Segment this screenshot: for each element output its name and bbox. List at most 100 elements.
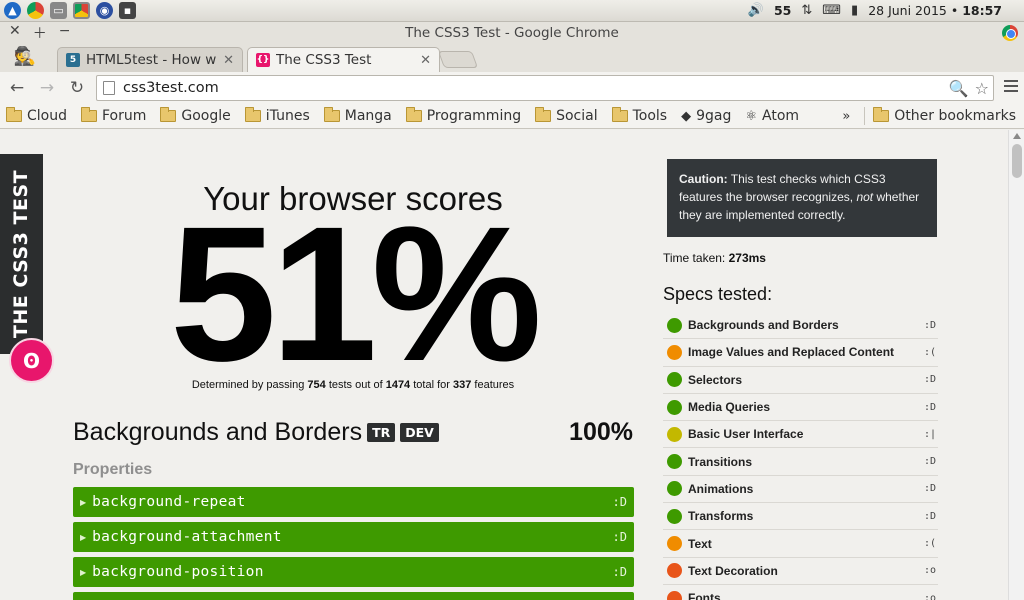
property-row[interactable]: ▶ background-repeat :D	[73, 487, 634, 517]
keyboard-icon[interactable]: ⌨	[822, 3, 841, 18]
spec-item[interactable]: Transitions:D	[663, 448, 938, 476]
spec-item[interactable]: Backgrounds and Borders:D	[663, 312, 938, 340]
status-dot	[667, 344, 682, 360]
bookmark-9gag[interactable]: ◆ 9gag	[681, 108, 731, 124]
spec-result: :D	[923, 319, 936, 331]
css3-favicon-icon: {}	[256, 53, 270, 67]
close-window-icon[interactable]: ✕	[9, 23, 21, 43]
property-row[interactable]: ▶ background-position :D	[73, 557, 634, 587]
caution-lead: Caution:	[679, 172, 728, 186]
features-count: 337	[453, 379, 472, 391]
spec-item[interactable]: Transforms:D	[663, 503, 938, 531]
tab-label: HTML5test - How well	[86, 52, 217, 68]
globe-launcher-icon[interactable]: ◉	[96, 2, 113, 19]
tab-css3test[interactable]: {} The CSS3 Test ✕	[247, 47, 440, 72]
spec-name: Basic User Interface	[688, 427, 804, 442]
spec-item[interactable]: Fonts:o	[663, 585, 938, 600]
page-info-icon[interactable]	[103, 81, 115, 95]
desc-text: features	[474, 379, 515, 391]
caution-box: Caution: This test checks which CSS3 fea…	[667, 159, 937, 237]
terminal-launcher-icon[interactable]: ▪	[119, 2, 136, 19]
atom-icon: ⚛	[745, 108, 758, 124]
os-top-bar: ▲ ▭ ◉ ▪ 🔊 55 ⇅ ⌨ ▮ 28 Juni 2015 • 18:57	[0, 0, 1024, 22]
folder-icon	[244, 107, 261, 122]
property-row-partial[interactable]	[73, 592, 634, 600]
status-dot	[667, 536, 682, 552]
spec-name: Image Values and Replaced Content	[688, 345, 895, 360]
property-result: :D	[612, 565, 627, 579]
address-bar[interactable]: 🔍 ☆	[96, 75, 994, 101]
bookmark-programming[interactable]: Programming	[405, 107, 521, 124]
html5-favicon-icon: 5	[66, 53, 80, 67]
spec-item[interactable]: Image Values and Replaced Content:(	[663, 339, 938, 367]
other-bookmarks[interactable]: Other bookmarks	[873, 107, 1016, 124]
chrome-window-icon[interactable]	[73, 2, 90, 19]
url-input[interactable]	[123, 80, 949, 96]
bookmark-itunes[interactable]: iTunes	[244, 107, 310, 124]
status-dot	[667, 372, 682, 388]
bookmark-atom[interactable]: ⚛ Atom	[745, 108, 799, 124]
spec-item[interactable]: Media Queries:D	[663, 394, 938, 422]
new-tab-button[interactable]	[437, 51, 479, 68]
maximize-window-icon[interactable]: ＋	[33, 23, 47, 43]
spec-item[interactable]: Selectors:D	[663, 367, 938, 394]
desc-text: total for	[413, 379, 450, 391]
scrollbar-thumb[interactable]	[1012, 144, 1022, 178]
date-time[interactable]: 28 Juni 2015 • 18:57	[868, 3, 1002, 18]
tab-close-icon[interactable]: ✕	[420, 53, 431, 68]
property-row[interactable]: ▶ background-attachment :D	[73, 522, 634, 552]
bookmark-tools[interactable]: Tools	[611, 107, 668, 124]
tab-close-icon[interactable]: ✕	[223, 53, 234, 68]
back-arrow-icon[interactable]: ←	[4, 78, 30, 98]
page-scrollbar[interactable]	[1008, 130, 1024, 600]
bookmarks-overflow-chevron[interactable]: »	[842, 109, 850, 124]
status-dot	[667, 508, 682, 524]
bookmark-label: Tools	[632, 108, 668, 124]
distro-logo-icon[interactable]: ▲	[4, 2, 21, 19]
score-description: Determined by passing 754 tests out of 1…	[73, 379, 633, 391]
os-launcher-area: ▲ ▭ ◉ ▪	[0, 2, 136, 19]
time-text: 18:57	[962, 3, 1002, 18]
scroll-up-arrow-icon[interactable]	[1013, 133, 1021, 139]
hamburger-menu-icon[interactable]	[1004, 80, 1018, 94]
property-result: :D	[612, 530, 627, 544]
status-dot	[667, 590, 682, 600]
network-icon[interactable]: ⇅	[801, 3, 812, 18]
bookmark-cloud[interactable]: Cloud	[6, 107, 67, 124]
status-badge-tr[interactable]: TR	[367, 422, 396, 442]
forward-arrow-icon[interactable]: →	[34, 78, 60, 98]
bookmark-manga[interactable]: Manga	[323, 107, 392, 124]
spec-name: Media Queries	[688, 400, 771, 415]
window-title: The CSS3 Test - Google Chrome	[405, 25, 619, 41]
files-launcher-icon[interactable]: ▭	[50, 2, 67, 19]
spec-item[interactable]: Animations:D	[663, 476, 938, 504]
folder-icon	[535, 107, 552, 122]
spec-item[interactable]: Text Decoration:o	[663, 558, 938, 585]
status-dot	[667, 481, 682, 497]
battery-icon[interactable]: ▮	[851, 3, 858, 18]
folder-icon	[81, 107, 97, 122]
status-badge-dev[interactable]: DEV	[400, 422, 439, 442]
folder-icon	[160, 107, 177, 122]
search-icon[interactable]: 🔍	[949, 79, 969, 98]
reload-icon[interactable]: ↻	[64, 78, 90, 98]
volume-level: 55	[773, 3, 792, 18]
minimize-window-icon[interactable]: −	[59, 23, 71, 43]
bookmark-forum[interactable]: Forum	[81, 107, 146, 124]
status-dot	[667, 426, 682, 442]
volume-icon[interactable]: 🔊	[748, 3, 764, 18]
side-brand-label[interactable]: THE CSS3 TEST	[0, 154, 43, 354]
status-dot	[667, 454, 682, 470]
spec-item[interactable]: Text:(	[663, 530, 938, 558]
bookmark-social[interactable]: Social	[535, 107, 598, 124]
spec-name: Transitions	[688, 454, 753, 469]
property-result: :D	[612, 495, 627, 509]
bookmark-google[interactable]: Google	[160, 107, 231, 124]
chrome-launcher-icon[interactable]	[27, 2, 44, 19]
spec-item[interactable]: Basic User Interface:|	[663, 421, 938, 449]
bookmark-star-icon[interactable]: ☆	[975, 79, 989, 98]
tab-html5test[interactable]: 5 HTML5test - How well ✕	[57, 47, 243, 72]
section-percent: 100%	[569, 417, 633, 446]
bookmark-label: 9gag	[696, 108, 732, 124]
css3-logo-icon[interactable]: ʘ	[9, 338, 54, 383]
